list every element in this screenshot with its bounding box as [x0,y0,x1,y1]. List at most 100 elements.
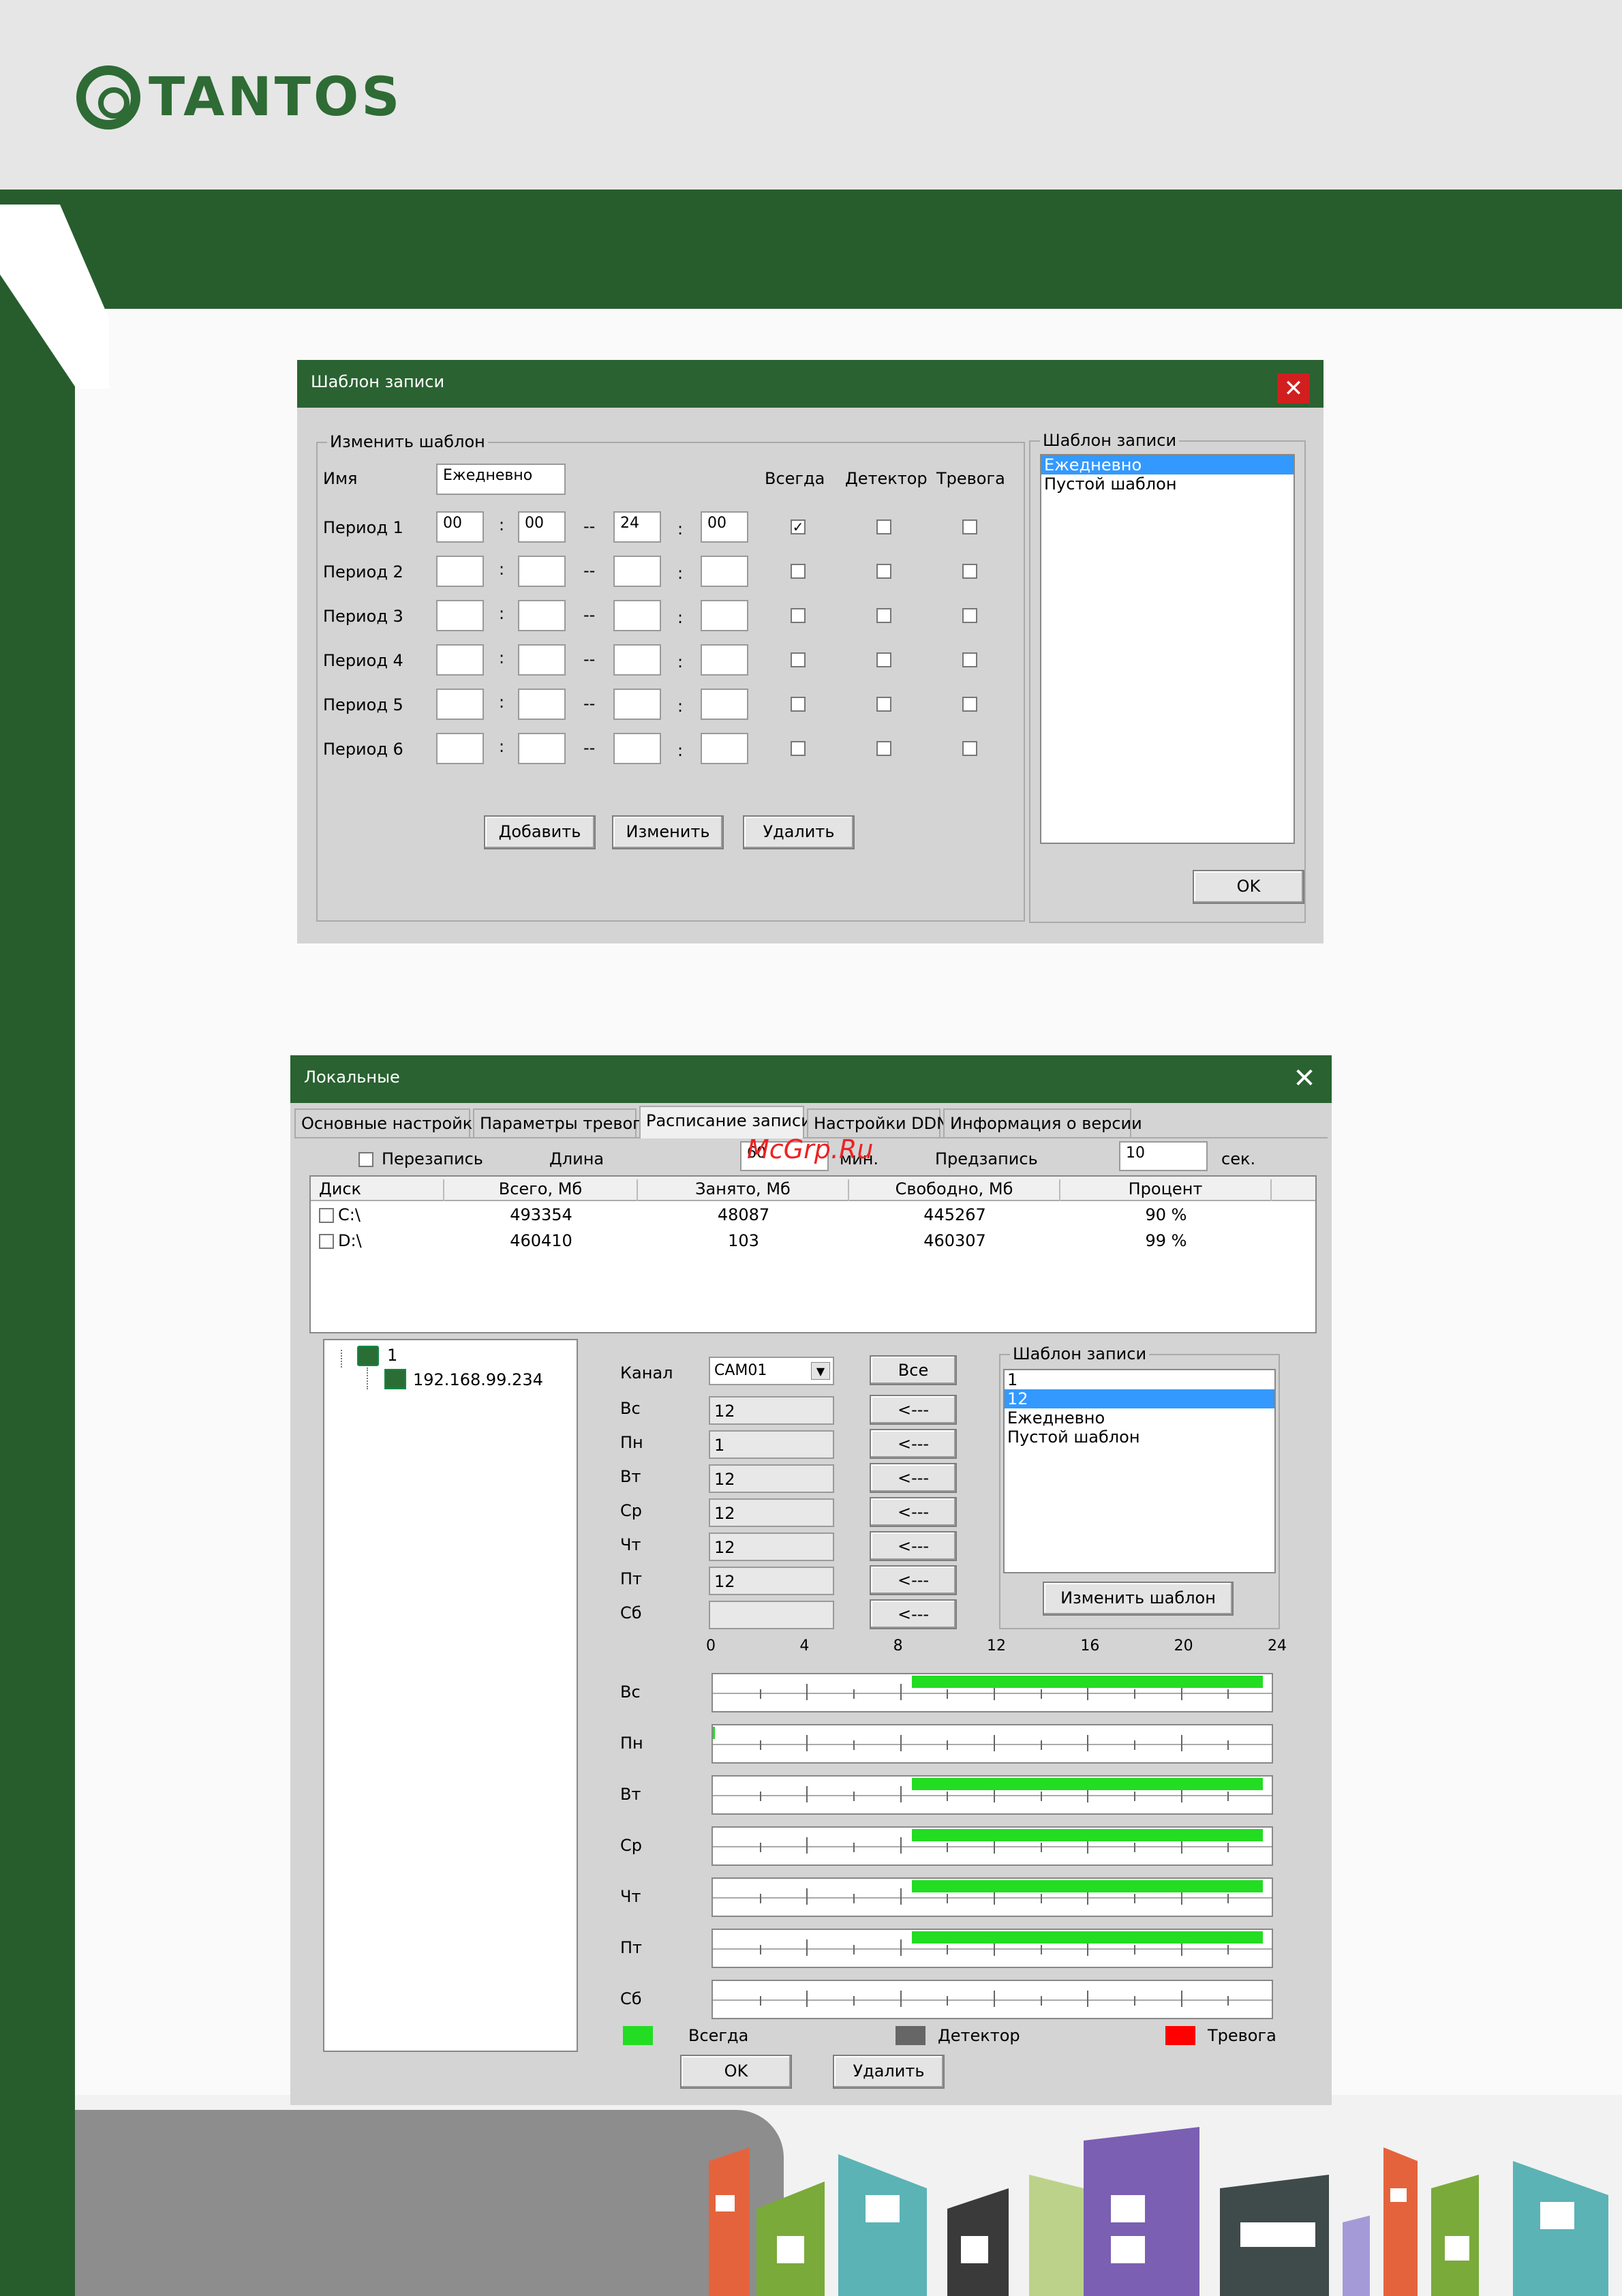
tree-device-label[interactable]: 192.168.99.234 [413,1370,543,1389]
period-always-checkbox[interactable] [791,741,806,756]
channel-select[interactable]: CAM01 ▼ [709,1357,834,1385]
timeline-bar[interactable] [711,1980,1273,2019]
tree-root-label[interactable]: 1 [387,1346,397,1365]
ok-button[interactable]: OK [680,2055,792,2089]
timeline-bar[interactable] [711,1724,1273,1764]
period-always-checkbox[interactable] [791,652,806,667]
period-end-minute-field[interactable] [701,600,748,631]
schedule-template-listbox[interactable]: 1 12 Ежедневно Пустой шаблон [1003,1369,1276,1573]
delete-button[interactable]: Удалить [833,2055,945,2089]
disk-checkbox[interactable] [319,1234,334,1249]
device-tree[interactable]: 1 192.168.99.234 [323,1339,578,2052]
period-alarm-checkbox[interactable] [962,652,977,667]
period-always-checkbox[interactable]: ✓ [791,519,806,534]
overwrite-checkbox[interactable] [358,1152,373,1167]
period-alarm-checkbox[interactable] [962,741,977,756]
close-icon[interactable]: ✕ [1291,1065,1318,1092]
disk-column-header[interactable]: Всего, Мб [444,1179,638,1201]
period-detector-checkbox[interactable] [876,652,891,667]
template-listbox[interactable]: Ежедневно Пустой шаблон [1040,454,1295,844]
schedule-template-item[interactable]: 12 [1005,1389,1274,1408]
add-button[interactable]: Добавить [484,815,596,849]
period-start-hour-field[interactable] [436,733,484,764]
period-end-minute-field[interactable] [701,644,748,676]
timeline-tick [759,1996,761,2006]
period-end-minute-field[interactable] [701,689,748,720]
period-detector-checkbox[interactable] [876,608,891,623]
disk-checkbox[interactable] [319,1208,334,1223]
prerecord-field[interactable]: 10 [1119,1141,1208,1171]
period-end-hour-field[interactable] [613,644,661,676]
period-alarm-checkbox[interactable] [962,564,977,579]
ok-button[interactable]: OK [1193,870,1304,904]
template-name-field[interactable]: Ежедневно [436,464,566,495]
delete-button[interactable]: Удалить [743,815,855,849]
period-always-checkbox[interactable] [791,697,806,712]
period-alarm-checkbox[interactable] [962,697,977,712]
assign-template-button[interactable]: <--- [870,1565,957,1595]
period-end-minute-field[interactable] [701,733,748,764]
tab-ddns[interactable]: Настройки DDNS [807,1108,959,1137]
change-template-button[interactable]: Изменить шаблон [1043,1582,1234,1616]
disk-column-header[interactable]: Процент [1060,1179,1272,1201]
period-start-minute-field[interactable] [518,556,566,587]
tab-version[interactable]: Информация о версии [943,1108,1142,1137]
period-end-hour-field[interactable]: 24 [613,511,661,543]
period-start-minute-field[interactable] [518,644,566,676]
period-start-minute-field[interactable]: 00 [518,511,566,543]
period-detector-checkbox[interactable] [876,741,891,756]
period-detector-checkbox[interactable] [876,697,891,712]
schedule-template-item[interactable]: Пустой шаблон [1005,1428,1274,1447]
period-start-minute-field[interactable] [518,733,566,764]
disk-column-header[interactable]: Свободно, Мб [849,1179,1060,1201]
period-alarm-checkbox[interactable] [962,519,977,534]
period-start-hour-field[interactable]: 00 [436,511,484,543]
template-list-item[interactable]: Пустой шаблон [1041,474,1294,494]
close-icon[interactable]: ✕ [1277,374,1310,404]
period-start-hour-field[interactable] [436,600,484,631]
tab-alarm[interactable]: Параметры тревоги [473,1108,652,1137]
chevron-down-icon[interactable]: ▼ [811,1362,830,1380]
colon-separator: : [499,648,505,667]
period-always-checkbox[interactable] [791,564,806,579]
tantos-logo-icon [76,65,140,130]
timeline-bar[interactable] [711,1775,1273,1815]
period-start-minute-field[interactable] [518,600,566,631]
period-start-hour-field[interactable] [436,644,484,676]
period-end-hour-field[interactable] [613,556,661,587]
period-alarm-checkbox[interactable] [962,608,977,623]
period-end-hour-field[interactable] [613,689,661,720]
prerecord-label: Предзапись [935,1149,1038,1168]
colon-separator: : [677,741,684,760]
period-start-minute-field[interactable] [518,689,566,720]
period-end-hour-field[interactable] [613,600,661,631]
assign-template-button[interactable]: <--- [870,1463,957,1493]
assign-template-button[interactable]: <--- [870,1599,957,1629]
disk-column-header[interactable]: Диск [311,1179,444,1201]
period-end-hour-field[interactable] [613,733,661,764]
change-button[interactable]: Изменить [612,815,724,849]
tab-schedule[interactable]: Расписание записи [639,1106,812,1138]
timeline-bar[interactable] [711,1826,1273,1866]
period-end-minute-field[interactable] [701,556,748,587]
period-start-hour-field[interactable] [436,556,484,587]
period-always-checkbox[interactable] [791,608,806,623]
assign-template-button[interactable]: <--- [870,1497,957,1527]
assign-template-button[interactable]: <--- [870,1531,957,1561]
schedule-template-item[interactable]: 1 [1005,1370,1274,1389]
period-end-minute-field[interactable]: 00 [701,511,748,543]
schedule-template-item[interactable]: Ежедневно [1005,1408,1274,1428]
period-detector-checkbox[interactable] [876,564,891,579]
all-button[interactable]: Все [870,1355,957,1385]
timeline-bar[interactable] [711,1929,1273,1968]
assign-template-button[interactable]: <--- [870,1429,957,1459]
tab-main[interactable]: Основные настройки [294,1108,483,1137]
period-detector-checkbox[interactable] [876,519,891,534]
timeline-bar[interactable] [711,1673,1273,1712]
timeline-bar[interactable] [711,1877,1273,1917]
template-list-item[interactable]: Ежедневно [1041,455,1294,474]
disk-column-header[interactable]: Занято, Мб [638,1179,849,1201]
buildings-illustration [709,2127,1608,2296]
period-start-hour-field[interactable] [436,689,484,720]
assign-template-button[interactable]: <--- [870,1395,957,1425]
